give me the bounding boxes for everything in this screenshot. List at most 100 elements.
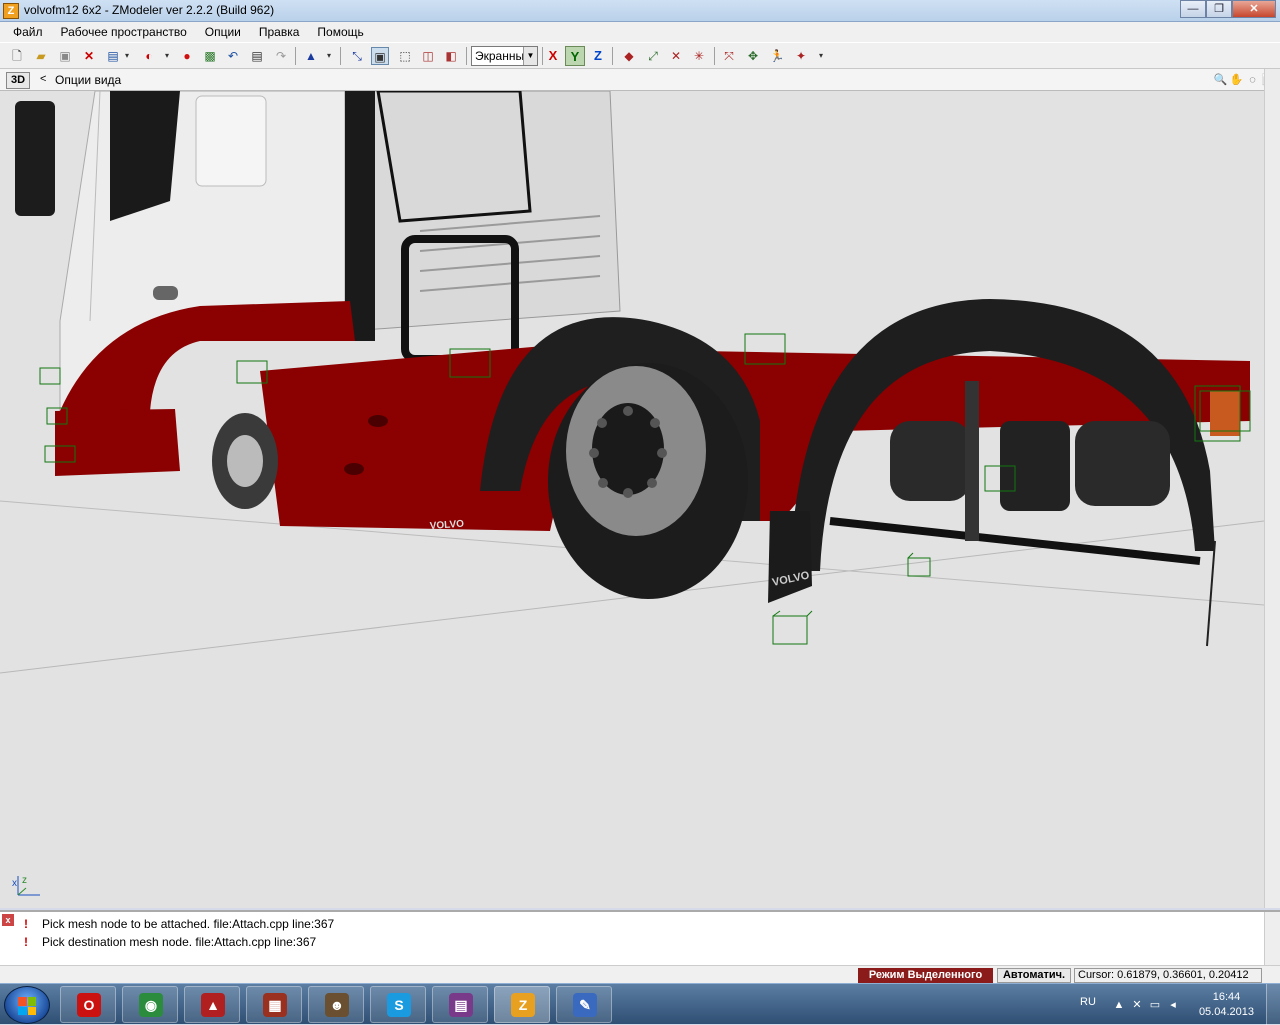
- link-icon[interactable]: ✥: [744, 47, 762, 65]
- main-toolbar: 🗋 ▰ ▣ ✕ ▤ ▾ ◐ ▾ ● ▩ ↶ ▤ ↷ ▲ ▾ ⤡ ▣ ⬚ ◫ ◧ …: [0, 42, 1280, 69]
- view-options-label[interactable]: Опции вида: [55, 73, 121, 87]
- system-clock[interactable]: 16:44 05.04.2013: [1199, 990, 1254, 1020]
- menu-edit[interactable]: Правка: [250, 25, 309, 39]
- window-controls: — ❐ ✕: [1180, 0, 1276, 19]
- taskbar-brick-app[interactable]: ▦: [246, 986, 302, 1023]
- menu-options[interactable]: Опции: [196, 25, 250, 39]
- collapse-options-icon[interactable]: <: [40, 73, 46, 85]
- log-line: ! Pick mesh node to be attached. file:Att…: [24, 917, 334, 931]
- axis-z-button[interactable]: Z: [588, 46, 608, 66]
- zoom-icon[interactable]: 🔍: [1213, 72, 1228, 88]
- material-icon[interactable]: ◆: [620, 47, 638, 65]
- taskbar-skype[interactable]: S: [370, 986, 426, 1023]
- pan-hand-icon[interactable]: ✋: [1229, 72, 1244, 88]
- network-off-icon[interactable]: ✕: [1130, 998, 1144, 1012]
- view-mode-select[interactable]: Экранны ▼: [471, 46, 538, 66]
- transform-dropdown-icon[interactable]: ▾: [320, 47, 338, 65]
- minimize-button[interactable]: —: [1180, 0, 1206, 18]
- export-icon[interactable]: ◐: [140, 47, 158, 65]
- import-dropdown-icon[interactable]: ▾: [118, 47, 136, 65]
- save-icon[interactable]: ▣: [56, 47, 74, 65]
- close-log-icon[interactable]: x: [2, 914, 14, 926]
- clock-date: 05.04.2013: [1198, 1006, 1254, 1018]
- pivot-icon[interactable]: ⤧: [720, 47, 738, 65]
- volume-icon[interactable]: ◂: [1166, 998, 1180, 1012]
- monitor-icon[interactable]: ▭: [1148, 998, 1162, 1012]
- scale-axis-icon[interactable]: ✳: [690, 47, 708, 65]
- redo-icon[interactable]: ↷: [272, 47, 290, 65]
- air-bag-right: [1075, 421, 1170, 506]
- taskbar-truck-game[interactable]: ▲: [184, 986, 240, 1023]
- side-mirror: [15, 101, 55, 216]
- front-bumper: [55, 409, 180, 476]
- truck-model-render[interactable]: VOLVO VOLVO x z: [0, 91, 1264, 908]
- log-scrollbar[interactable]: [1264, 912, 1280, 965]
- menu-file[interactable]: Файл: [4, 25, 52, 39]
- select-group-icon[interactable]: ◧: [442, 47, 460, 65]
- 3d-viewport[interactable]: VOLVO VOLVO x z: [0, 91, 1264, 908]
- toolbar-separator: [340, 47, 341, 65]
- skirt-detail: [344, 463, 364, 475]
- axis-y-button[interactable]: Y: [565, 46, 585, 66]
- warning-icon: !: [24, 935, 28, 949]
- warning-icon: !: [24, 917, 28, 931]
- axis-gizmo: x z: [12, 875, 40, 896]
- skype-icon: S: [387, 993, 411, 1017]
- select-box-icon[interactable]: ◫: [419, 47, 437, 65]
- zmodeler-app-icon[interactable]: Z: [3, 3, 19, 19]
- tray-arrow-icon[interactable]: ▲: [1112, 998, 1126, 1012]
- transform-icon[interactable]: ▲: [302, 47, 320, 65]
- snapshot-icon[interactable]: ▩: [201, 47, 219, 65]
- start-button[interactable]: [4, 986, 50, 1024]
- select-vertex-icon[interactable]: ⤡: [348, 47, 366, 65]
- orbit-icon[interactable]: ◌: [1245, 72, 1260, 88]
- new-file-icon[interactable]: 🗋: [8, 47, 26, 65]
- paint-icon[interactable]: ✦: [792, 47, 810, 65]
- menu-workspace[interactable]: Рабочее пространство: [52, 25, 196, 39]
- axis-x-label: x: [12, 878, 17, 889]
- language-indicator[interactable]: RU: [1080, 996, 1096, 1008]
- run-icon[interactable]: 🏃: [768, 47, 786, 65]
- zmodeler-icon: Z: [511, 993, 535, 1017]
- toolbar-separator: [612, 47, 613, 65]
- clipboard-icon[interactable]: ▤: [248, 47, 266, 65]
- select-object-icon[interactable]: ⬚: [396, 47, 414, 65]
- taskbar-paint[interactable]: ✎: [556, 986, 612, 1023]
- open-folder-icon[interactable]: ▰: [32, 47, 50, 65]
- air-bag-left: [890, 421, 970, 501]
- winrar-icon: ▤: [449, 993, 473, 1017]
- taskbar-winrar[interactable]: ▤: [432, 986, 488, 1023]
- view-header: 3D < Опции вида 🔍 ✋ ◌ ⬜: [0, 69, 1280, 91]
- taskbar-opera[interactable]: O: [60, 986, 116, 1023]
- show-desktop-button[interactable]: [1266, 984, 1280, 1025]
- taskbar-avatar-app[interactable]: ☻: [308, 986, 364, 1023]
- auto-mode-status[interactable]: Автоматич.: [997, 968, 1071, 983]
- selection-mode-status[interactable]: Режим Выделенного: [858, 968, 993, 983]
- truck-game-icon: ▲: [201, 993, 225, 1017]
- close-button[interactable]: ✕: [1232, 0, 1276, 18]
- chevron-down-icon[interactable]: ▼: [523, 47, 537, 65]
- window-title: volvofm12 6x2 - ZModeler ver 2.2.2 (Buil…: [24, 3, 275, 17]
- log-panel: x ! Pick mesh node to be attached. file:A…: [0, 910, 1280, 965]
- avatar-app-icon: ☻: [325, 993, 349, 1017]
- system-tray: RU ▲ ✕ ▭ ◂ 16:44 05.04.2013: [1060, 984, 1280, 1025]
- delete-icon[interactable]: ✕: [80, 47, 98, 65]
- taskbar-zmodeler[interactable]: Z: [494, 986, 550, 1023]
- door-handle: [153, 286, 178, 300]
- axis-x-button[interactable]: X: [543, 46, 563, 66]
- log-line: ! Pick destination mesh node. file:Attach…: [24, 935, 316, 949]
- move-axis-icon[interactable]: ⤢: [644, 47, 662, 65]
- undo-icon[interactable]: ↶: [224, 47, 242, 65]
- rotate-axis-icon[interactable]: ✕: [667, 47, 685, 65]
- export-dropdown-icon[interactable]: ▾: [158, 47, 176, 65]
- select-polygon-icon[interactable]: ▣: [371, 47, 389, 65]
- menu-help[interactable]: Помощь: [308, 25, 372, 39]
- record-icon[interactable]: ●: [178, 47, 196, 65]
- viewport-scrollbar[interactable]: [1264, 69, 1280, 908]
- status-bar: Режим Выделенного Автоматич. Cursor: 0.6…: [0, 965, 1280, 983]
- maximize-button[interactable]: ❐: [1206, 0, 1232, 18]
- taskbar-chrome[interactable]: ◉: [122, 986, 178, 1023]
- paint-dropdown-icon[interactable]: ▾: [812, 47, 830, 65]
- view-mode-badge[interactable]: 3D: [6, 72, 30, 89]
- chrome-icon: ◉: [139, 993, 163, 1017]
